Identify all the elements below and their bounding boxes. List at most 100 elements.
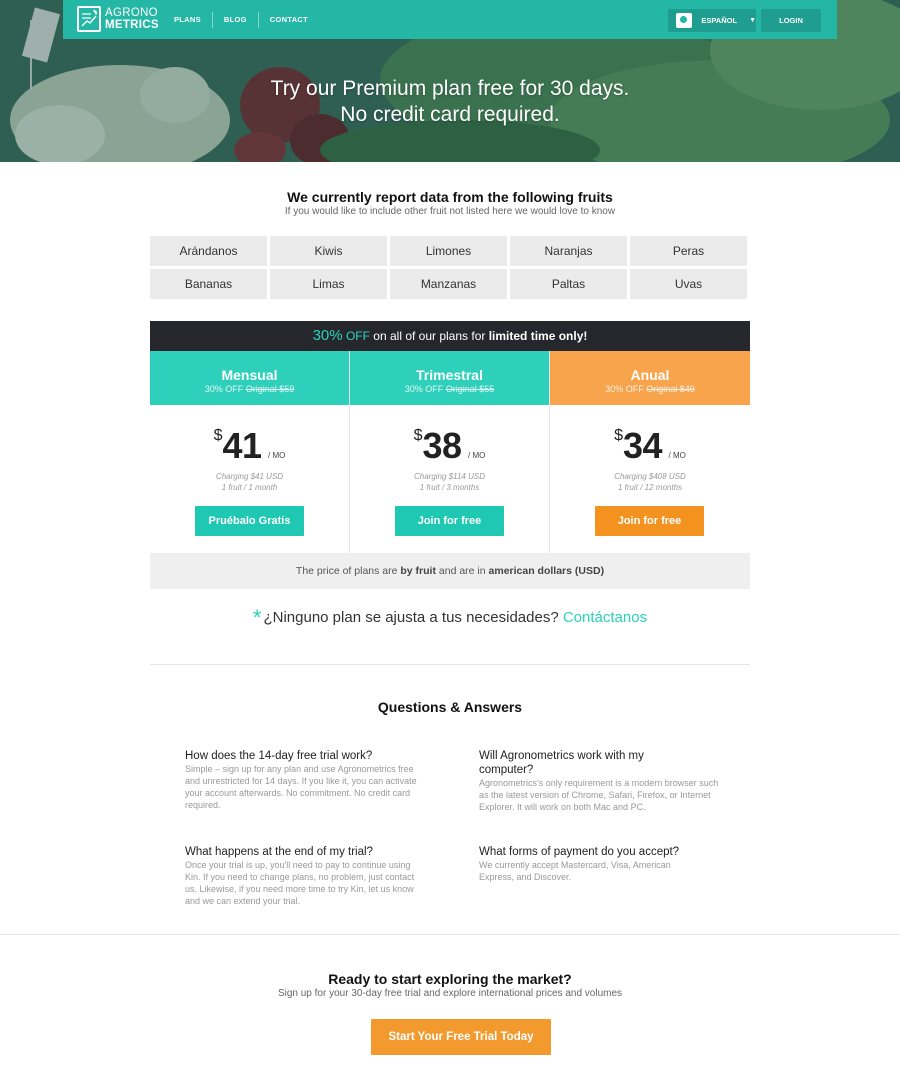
faq-question: What forms of payment do you accept?	[479, 846, 680, 858]
asterisk-icon: *	[252, 605, 262, 630]
plan-original-price: Original $49	[646, 384, 695, 394]
hero-headline: Try our Premium plan free for 30 days. N…	[0, 76, 900, 128]
plan-discount: 30% OFF Original $49	[550, 384, 750, 394]
promo-off: OFF	[345, 329, 370, 343]
plan-unit: / MO	[668, 451, 686, 460]
plan-charge-amount: Charging $41 USD	[215, 472, 284, 481]
fruit-item: Limones	[390, 236, 507, 266]
contact-link[interactable]: Contáctanos	[563, 609, 647, 626]
faq-answer: Agronometrics's only requirement is a mo…	[479, 778, 719, 812]
language-selector[interactable]: ESPAÑOL ▼	[668, 9, 756, 32]
plan-price: $41 / MO	[150, 425, 349, 467]
start-free-trial-button[interactable]: Start Your Free Trial Today	[371, 1019, 551, 1055]
plan-charge: Charging $408 USD 1 fruit / 12 months	[550, 471, 750, 493]
logo-chart-icon	[77, 6, 101, 32]
faq-item: What forms of payment do you accept? We …	[479, 845, 719, 883]
fruit-item: Arándanos	[150, 236, 267, 266]
fruit-item: Manzanas	[390, 269, 507, 299]
plan-amount: 38	[422, 425, 463, 466]
price-note: The price of plans are by fruit and are …	[150, 553, 750, 589]
language-chat-icon	[676, 13, 693, 28]
plan-amount: 34	[623, 425, 663, 466]
plan-original-price: Original $55	[445, 384, 495, 394]
plan-amount: 41	[222, 425, 263, 466]
login-button[interactable]: LOGIN	[761, 9, 821, 32]
contact-question: ¿Ninguno plan se ajusta a tus necesidade…	[263, 609, 563, 626]
promo-percent: 30%	[312, 327, 343, 344]
plan-currency: $	[213, 427, 223, 444]
faq-answer: We currently accept Mastercard, Visa, Am…	[479, 860, 671, 882]
promo-strong: limited time only!	[488, 329, 588, 343]
nav-links: PLANS BLOG CONTACT	[166, 12, 319, 28]
plan-charge-term: 1 fruit / 1 month	[221, 483, 278, 492]
price-note-prefix: The price of plans are	[295, 565, 401, 577]
hero-line-2: No credit card required.	[340, 103, 560, 126]
plan-charge: Charging $114 USD 1 fruit / 3 months	[350, 471, 549, 493]
plan-price: $34 / MO	[550, 425, 750, 467]
faq-item: How does the 14-day free trial work? Sim…	[185, 749, 425, 811]
plan-trial-button[interactable]: Pruébalo Gratis	[195, 506, 304, 536]
cta-subtitle: Sign up for your 30-day free trial and e…	[277, 988, 623, 999]
cta-title: Ready to start exploring the market?	[328, 971, 572, 987]
plan-discount: 30% OFF Original $55	[350, 384, 549, 394]
plan-original-price: Original $59	[245, 384, 295, 394]
fruit-item: Naranjas	[510, 236, 627, 266]
plan-header: Anual 30% OFF Original $49	[550, 351, 750, 405]
contact-prompt: * ¿Ninguno plan se ajusta a tus necesidad…	[0, 605, 900, 631]
nav-link-plans[interactable]: PLANS	[166, 12, 212, 28]
faq-question: How does the 14-day free trial work?	[185, 750, 373, 762]
price-note-by-fruit: by fruit	[400, 565, 436, 577]
promo-banner: 30% OFF on all of our plans for limited …	[150, 321, 750, 351]
plan-charge: Charging $41 USD 1 fruit / 1 month	[150, 471, 349, 493]
fruit-item: Peras	[630, 236, 747, 266]
plan-header: Mensual 30% OFF Original $59	[150, 351, 349, 405]
fruit-item: Uvas	[630, 269, 747, 299]
plan-currency: $	[614, 427, 624, 444]
plan-charge-amount: Charging $114 USD	[413, 472, 485, 481]
fruits-subtitle: If you would like to include other fruit…	[284, 206, 616, 217]
faq-title: Questions & Answers	[377, 699, 523, 715]
plan-unit: / MO	[468, 451, 486, 460]
plan-join-button[interactable]: Join for free	[395, 506, 504, 536]
faq-question: What happens at the end of my trial?	[185, 846, 373, 858]
price-note-middle: and are in	[435, 565, 489, 577]
plan-name: Trimestral	[416, 367, 483, 383]
hero-line-1: Try our Premium plan free for 30 days.	[270, 77, 630, 100]
nav-link-contact[interactable]: CONTACT	[257, 12, 319, 28]
plan-name: Mensual	[221, 367, 278, 383]
fruit-item: Limas	[270, 269, 387, 299]
logo-line-1: AGRONO	[105, 7, 158, 19]
fruit-item: Paltas	[510, 269, 627, 299]
pricing-plans: Mensual 30% OFF Original $59 $41 / MO Ch…	[150, 351, 750, 553]
fruits-title: We currently report data from the follow…	[287, 189, 613, 205]
plan-currency: $	[413, 427, 423, 444]
plan-unit: / MO	[268, 451, 286, 460]
language-label: ESPAÑOL	[701, 16, 738, 25]
plan-charge-term: 1 fruit / 3 months	[419, 483, 480, 492]
plan-discount: 30% OFF Original $59	[150, 384, 349, 394]
top-nav: AGRONO METRICS PLANS BLOG CONTACT ESPAÑO…	[63, 0, 837, 39]
plan-card-mensual: Mensual 30% OFF Original $59 $41 / MO Ch…	[150, 351, 350, 553]
faq-question: Will Agronometrics work with my computer…	[479, 750, 644, 776]
plan-charge-amount: Charging $408 USD	[614, 472, 686, 481]
plan-charge-term: 1 fruit / 12 months	[617, 483, 683, 492]
section-divider	[0, 934, 900, 935]
plan-join-button[interactable]: Join for free	[595, 506, 704, 536]
chevron-down-icon: ▼	[749, 17, 756, 24]
plan-discount-label: 30% OFF	[404, 384, 446, 394]
logo-text: AGRONO METRICS	[105, 7, 159, 31]
faq-answer: Simple – sign up for any plan and use Ag…	[185, 764, 417, 810]
plan-discount-label: 30% OFF	[204, 384, 246, 394]
plan-price: $38 / MO	[350, 425, 549, 467]
promo-middle: on all of our plans for	[369, 329, 489, 343]
section-divider	[150, 664, 750, 665]
fruit-grid: Arándanos Kiwis Limones Naranjas Peras B…	[150, 236, 750, 299]
faq-item: What happens at the end of my trial? Onc…	[185, 845, 425, 907]
price-note-currency: american dollars (USD)	[488, 565, 605, 577]
nav-link-blog[interactable]: BLOG	[211, 12, 258, 28]
logo[interactable]: AGRONO METRICS	[77, 4, 159, 34]
plan-header: Trimestral 30% OFF Original $55	[350, 351, 549, 405]
fruit-item: Bananas	[150, 269, 267, 299]
plan-card-trimestral: Trimestral 30% OFF Original $55 $38 / MO…	[350, 351, 550, 553]
plan-name: Anual	[630, 367, 670, 383]
